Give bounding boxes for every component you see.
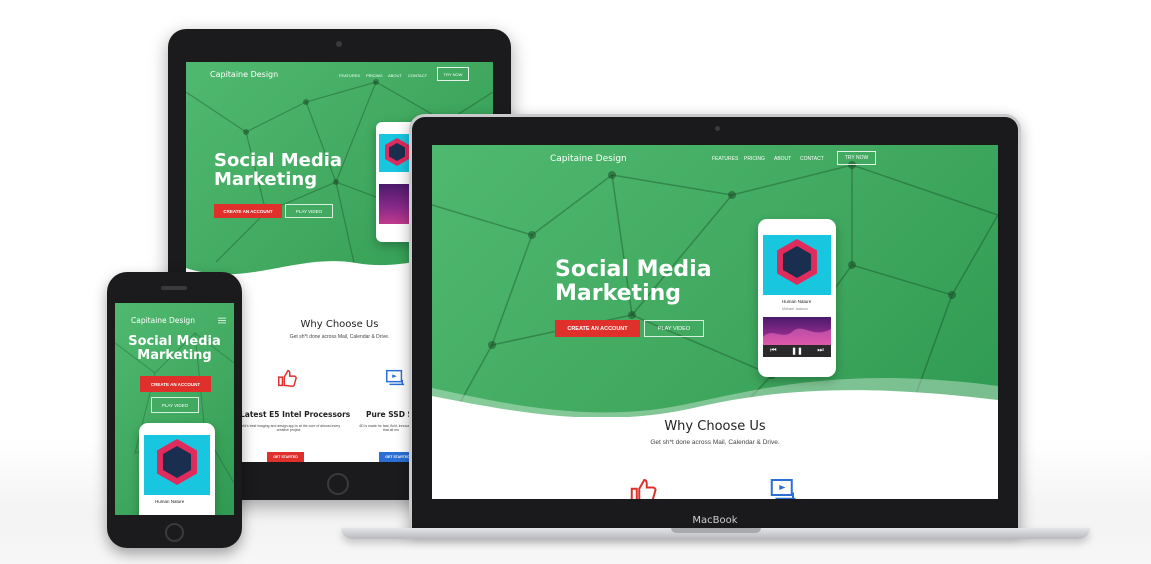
tablet-home-button[interactable] bbox=[327, 473, 349, 495]
hero-title-line1: Social Media bbox=[555, 257, 712, 282]
video-player-icon bbox=[770, 479, 796, 499]
phone-screen: Capitaine Design Social Media Marketing … bbox=[115, 303, 234, 515]
laptop-hero: Capitaine Design FEATURES PRICING ABOUT … bbox=[432, 145, 998, 417]
laptop-notch bbox=[671, 528, 761, 533]
nav-about[interactable]: ABOUT bbox=[388, 73, 402, 78]
player-panel bbox=[763, 317, 831, 345]
play-video-button[interactable]: PLAY VIDEO bbox=[151, 397, 199, 413]
laptop-device: MacBook Capitaine Design FEATURES PRICIN… bbox=[409, 114, 1021, 532]
waveform-icon bbox=[763, 328, 831, 345]
play-video-button[interactable]: PLAY VIDEO bbox=[285, 204, 333, 218]
play-video-button[interactable]: PLAY VIDEO bbox=[644, 320, 704, 337]
laptop-label: MacBook bbox=[692, 515, 738, 526]
hero-title: Social Media Marketing bbox=[214, 151, 342, 190]
hero-title: Social Media Marketing bbox=[115, 334, 234, 364]
hero-title-line1: Social Media bbox=[128, 334, 221, 349]
nav-pricing[interactable]: PRICING bbox=[744, 156, 765, 162]
brand-logo[interactable]: Capitaine Design bbox=[210, 70, 278, 79]
hero-wave bbox=[432, 377, 998, 417]
why-title: Why Choose Us bbox=[664, 419, 766, 434]
prev-icon[interactable]: ⏮ bbox=[770, 347, 776, 355]
feature1-title: Latest E5 Intel Processors bbox=[240, 410, 351, 419]
laptop-screen: Capitaine Design FEATURES PRICING ABOUT … bbox=[432, 145, 998, 499]
try-now-button[interactable]: TRY NOW bbox=[837, 151, 876, 165]
pause-icon[interactable]: ❚❚ bbox=[791, 347, 803, 355]
next-icon[interactable]: ⏭ bbox=[817, 347, 823, 355]
nav-contact[interactable]: CONTACT bbox=[408, 73, 427, 78]
player-artist: Michael Jackson bbox=[782, 307, 808, 311]
hero-title-line1: Social Media bbox=[214, 150, 343, 171]
phone-earpiece bbox=[161, 286, 187, 290]
thumbs-up-icon bbox=[278, 369, 297, 387]
nav-features[interactable]: FEATURES bbox=[339, 73, 360, 78]
nav-about[interactable]: ABOUT bbox=[774, 156, 791, 162]
phone-hero: Capitaine Design Social Media Marketing … bbox=[115, 303, 234, 515]
player-track: Human Nature bbox=[155, 499, 185, 504]
laptop-base bbox=[341, 528, 1090, 539]
player-track: Human Nature bbox=[782, 299, 812, 304]
player-controls: ⏮ ❚❚ ⏭ bbox=[763, 345, 831, 357]
phone-home-button[interactable] bbox=[165, 523, 184, 542]
hero-title-line2: Marketing bbox=[214, 169, 318, 191]
nav-features[interactable]: FEATURES bbox=[712, 156, 738, 162]
album-cover bbox=[763, 235, 831, 295]
why-subtitle: Get sh*t done across Mail, Calendar & Dr… bbox=[650, 439, 780, 446]
create-account-button[interactable]: CREATE AN ACCOUNT bbox=[140, 376, 211, 392]
hero-title-line2: Marketing bbox=[555, 280, 682, 306]
hero-title-line2: Marketing bbox=[137, 348, 212, 364]
create-account-button[interactable]: CREATE AN ACCOUNT bbox=[214, 204, 282, 218]
hamburger-menu-icon[interactable] bbox=[218, 317, 226, 324]
hero-phone-mockup: Human Nature Michael Jackson ⏮ ❚❚ ⏭ bbox=[758, 219, 836, 377]
feature1-get-started-button[interactable]: GET STARTED bbox=[267, 452, 304, 462]
laptop-camera bbox=[715, 126, 720, 131]
thumbs-up-icon bbox=[630, 478, 657, 499]
phone-device: Capitaine Design Social Media Marketing … bbox=[107, 272, 242, 548]
try-now-button[interactable]: TRY NOW bbox=[437, 67, 469, 81]
brand-logo[interactable]: Capitaine Design bbox=[550, 154, 627, 164]
feature1-text: world's best imaging and design app is a… bbox=[237, 424, 341, 432]
nav-contact[interactable]: CONTACT bbox=[800, 156, 824, 162]
create-account-button[interactable]: CREATE AN ACCOUNT bbox=[555, 320, 640, 337]
video-player-icon bbox=[386, 369, 405, 386]
brand-logo[interactable]: Capitaine Design bbox=[131, 316, 195, 325]
hero-phone-mockup: Human Nature bbox=[139, 423, 215, 515]
album-cover bbox=[144, 435, 210, 495]
hero-title: Social Media Marketing bbox=[555, 258, 712, 306]
nav-pricing[interactable]: PRICING bbox=[366, 73, 383, 78]
tablet-camera bbox=[336, 41, 342, 47]
